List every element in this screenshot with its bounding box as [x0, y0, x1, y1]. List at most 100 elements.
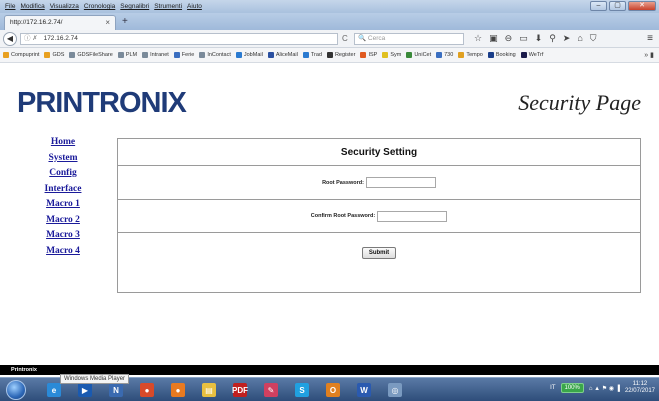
bookmark-icon	[69, 52, 76, 58]
bookmark-item[interactable]: 730	[436, 52, 453, 58]
extension-icon[interactable]: ➤	[563, 33, 571, 44]
bookmark-label: Tempo	[466, 52, 483, 58]
bookmark-label: Ferie	[181, 52, 195, 58]
taskbar-app-word[interactable]: W	[350, 381, 378, 399]
printronix-logo: PRINTRONIX	[17, 87, 187, 119]
nav-link-macro-2[interactable]: Macro 2	[46, 213, 80, 229]
clock[interactable]: 11:12 22/07/2017	[625, 381, 655, 395]
menu-strumenti[interactable]: Strumenti	[154, 3, 182, 10]
bookmarks-bar: Compuprint GDS GDSFileShare PLM Intranet Feri…	[0, 48, 659, 63]
bookmarks-list: Compuprint GDS GDSFileShare PLM Intranet Feri…	[3, 52, 548, 58]
browser-tab[interactable]: http://172.16.2.74/ ×	[4, 15, 116, 30]
bookmark-item[interactable]: Compuprint	[3, 52, 39, 58]
tab-close-icon[interactable]: ×	[105, 18, 110, 27]
bookmark-item[interactable]: Tempo	[458, 52, 483, 58]
panel-header: Security Setting	[118, 139, 640, 166]
search-input[interactable]: 🔍 Cerca	[354, 33, 464, 45]
taskbar-app-pdf-reader[interactable]: PDF	[226, 381, 254, 399]
bookmark-label: WeTrf	[528, 52, 544, 58]
nav-link-config[interactable]: Config	[49, 166, 76, 182]
taskbar-app-firefox[interactable]: ●	[164, 381, 192, 399]
menu-aiuto[interactable]: Aiuto	[187, 3, 202, 10]
close-window-button[interactable]: ✕	[628, 1, 656, 11]
bookmark-item[interactable]: PLM	[117, 52, 138, 58]
maximize-button[interactable]: ▢	[609, 1, 626, 11]
bookmark-label: GDSFileShare	[77, 52, 113, 58]
hamburger-menu-icon[interactable]: ≡	[647, 33, 653, 44]
bookmark-item[interactable]: Sym	[382, 52, 401, 58]
unknown-app-icon: N	[109, 383, 123, 397]
nav-link-macro-1[interactable]: Macro 1	[46, 197, 80, 213]
bookmark-item[interactable]: WeTrf	[520, 52, 544, 58]
taskbar-app-file-explorer[interactable]: ▤	[195, 381, 223, 399]
menu-segnalibri[interactable]: Segnalibri	[120, 3, 149, 10]
bookmark-icon	[302, 52, 309, 58]
site-info-icon[interactable]: ⓘ ✗	[24, 35, 38, 42]
bookmark-item[interactable]: Intranet	[142, 52, 169, 58]
bookmark-label: GDS	[52, 52, 65, 58]
submit-button[interactable]: Submit	[361, 247, 397, 259]
nav-link-interface[interactable]: Interface	[45, 182, 82, 198]
confirm-password-input[interactable]	[377, 210, 448, 222]
search-icon: 🔍	[358, 35, 367, 42]
bookmark-item[interactable]: Ferie	[173, 52, 195, 58]
taskbar-app-chrome[interactable]: ●	[133, 381, 161, 399]
minimize-button[interactable]: –	[590, 1, 607, 11]
new-tab-button[interactable]: +	[122, 16, 128, 27]
network-app-icon: ◎	[388, 383, 402, 397]
bookmark-label: Register	[334, 52, 356, 58]
nav-link-macro-3[interactable]: Macro 3	[46, 228, 80, 244]
nav-link-home[interactable]: Home	[51, 135, 75, 151]
bookmark-item[interactable]: JobMail	[235, 52, 263, 58]
bookmark-icon	[3, 52, 9, 58]
bookmark-item[interactable]: UniCet	[406, 52, 431, 58]
root-password-label: Root Password:	[322, 179, 364, 186]
bookmark-icon	[267, 52, 274, 58]
menu-cronologia[interactable]: Cronologia	[84, 3, 115, 10]
key-icon[interactable]: ⚲	[549, 33, 556, 44]
paint-app-icon: ✎	[264, 383, 278, 397]
back-button[interactable]: ◀	[3, 32, 17, 46]
bookmark-item[interactable]: AliceMail	[267, 52, 298, 58]
bookmark-star-icon[interactable]: ☆	[474, 33, 482, 44]
screenshot-icon[interactable]: ▭	[519, 33, 528, 44]
bookmark-item[interactable]: Trad	[302, 52, 322, 58]
page-content: PRINTRONIX Security Page Home System Con…	[0, 63, 659, 365]
reload-icon[interactable]: C	[342, 34, 348, 43]
bookmark-item[interactable]: Booking	[487, 52, 516, 58]
nav-link-macro-4[interactable]: Macro 4	[46, 244, 80, 260]
outlook-icon: O	[326, 383, 340, 397]
bookmark-item[interactable]: GDS	[44, 52, 64, 58]
home-icon[interactable]: ⌂	[577, 33, 582, 44]
nav-link-system[interactable]: System	[48, 151, 77, 167]
bookmark-item[interactable]: Register	[326, 52, 356, 58]
pocket-icon[interactable]: ⊖	[505, 33, 513, 44]
bookmark-icon	[406, 52, 413, 58]
window-controls: – ▢ ✕	[590, 1, 656, 11]
tray-icons[interactable]: ⌂ ▲ ⚑ ◉ ▐	[589, 385, 620, 392]
menu-file[interactable]: File	[5, 3, 15, 10]
taskbar-app-skype[interactable]: S	[288, 381, 316, 399]
zoom-badge[interactable]: 100%	[560, 383, 584, 393]
bookmark-item[interactable]: InContact	[199, 52, 231, 58]
file-explorer-icon: ▤	[202, 383, 216, 397]
bookmark-icon	[436, 52, 443, 58]
shield-icon[interactable]: ⛉	[590, 33, 597, 44]
download-icon[interactable]: ⬇	[535, 33, 543, 44]
taskbar-app-outlook[interactable]: O	[319, 381, 347, 399]
bookmarks-overflow-icon[interactable]: » ▮	[644, 51, 654, 59]
address-bar[interactable]: ⓘ ✗ 172.16.2.74	[20, 33, 338, 45]
bookmark-item[interactable]: GDSFileShare	[69, 52, 113, 58]
taskbar-app-paint-app[interactable]: ✎	[257, 381, 285, 399]
start-button[interactable]	[6, 380, 26, 400]
bookmark-icon	[173, 52, 180, 58]
menu-modifica[interactable]: Modifica	[20, 3, 44, 10]
taskbar-app-network-app[interactable]: ◎	[381, 381, 409, 399]
language-indicator[interactable]: IT	[550, 385, 555, 391]
root-password-input[interactable]	[365, 177, 436, 188]
menu-visualizza[interactable]: Visualizza	[50, 3, 79, 10]
bookmark-item[interactable]: ISP	[360, 52, 377, 58]
reading-list-icon[interactable]: ▣	[489, 33, 498, 44]
bookmark-label: PLM	[125, 52, 138, 58]
back-arrow-icon: ◀	[6, 34, 14, 43]
